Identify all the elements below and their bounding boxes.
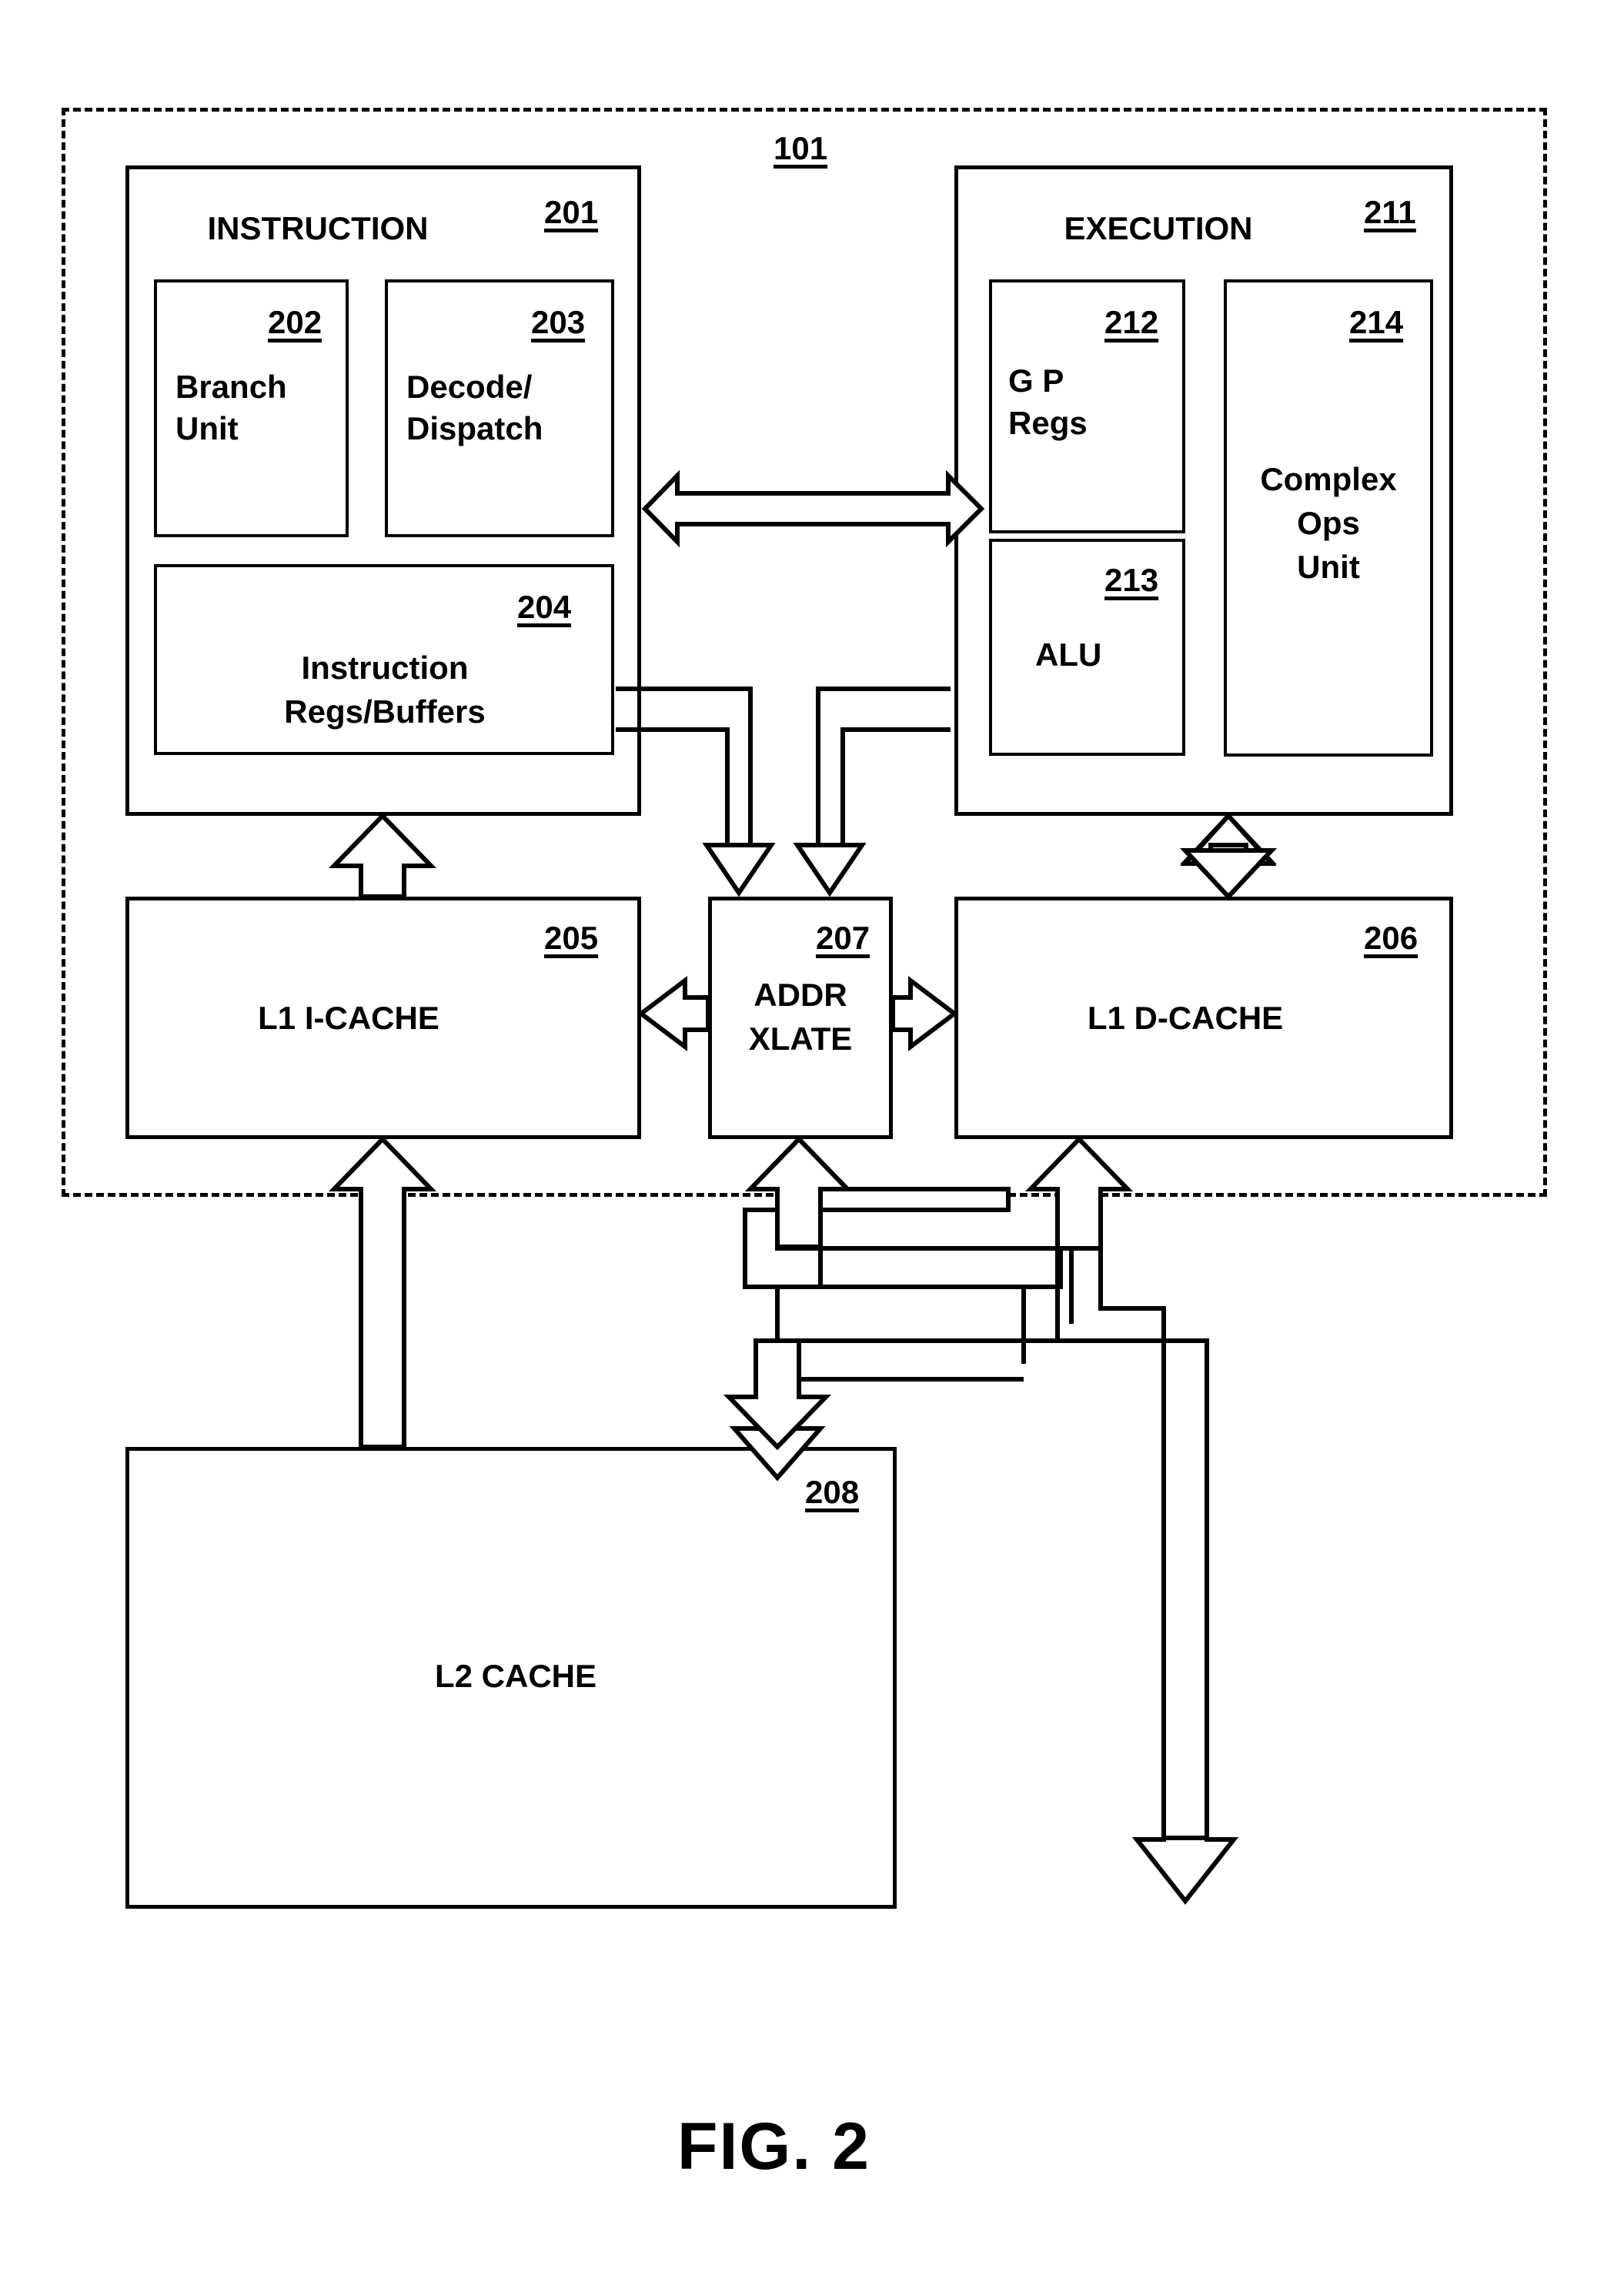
gp-regs-label-line1: G P <box>1008 363 1064 399</box>
arrow-into-l2-cache <box>723 1338 832 1451</box>
decode-dispatch-label-line1: Decode/ <box>406 369 533 405</box>
figure-caption: FIG. 2 <box>677 2110 870 2183</box>
ref-204: 204 <box>517 589 572 625</box>
ref-207: 207 <box>816 920 870 956</box>
complex-ops-label-line1: Complex <box>1260 461 1397 497</box>
branch-unit-label-line1: Branch <box>175 369 287 405</box>
ref-212: 212 <box>1104 304 1159 340</box>
ref-214: 214 <box>1349 304 1404 340</box>
ref-205: 205 <box>544 920 599 956</box>
wire-external-bus-right <box>1055 1248 1209 1839</box>
ref-202: 202 <box>268 304 322 340</box>
ref-203: 203 <box>531 304 586 340</box>
addr-xlate-label-line2: XLATE <box>748 1021 853 1057</box>
execution-unit-title: EXECUTION <box>1064 210 1253 246</box>
complex-ops-label-line2: Ops <box>1297 505 1360 541</box>
ref-101: 101 <box>774 130 828 166</box>
ref-201: 201 <box>544 194 599 230</box>
l1-icache-label: L1 I-CACHE <box>258 1000 439 1036</box>
decode-dispatch-label-line2: Dispatch <box>406 410 543 446</box>
instruction-unit-title: INSTRUCTION <box>207 210 429 246</box>
addr-xlate-label-line1: ADDR <box>754 977 847 1013</box>
complex-ops-label-line3: Unit <box>1297 549 1360 585</box>
branch-unit-label-line2: Unit <box>175 410 239 446</box>
instruction-regs-label-line1: Instruction <box>301 650 469 686</box>
wire-into-l2-right <box>797 1341 1024 1382</box>
gp-regs-label-line2: Regs <box>1008 405 1088 441</box>
alu-label: ALU <box>1035 636 1102 673</box>
instruction-regs-label-line2: Regs/Buffers <box>284 693 486 730</box>
wire-external-bus-left <box>1098 1248 1166 1839</box>
wire-l2-route-b <box>818 1247 1026 1364</box>
l1-dcache-label: L1 D-CACHE <box>1087 1000 1284 1036</box>
ref-208: 208 <box>805 1474 860 1510</box>
wire-l2-route-a <box>775 1246 1074 1324</box>
l2-cache-label: L2 CACHE <box>434 1658 597 1694</box>
figure-canvas: 101 INSTRUCTION 201 202 Branch Unit 203 … <box>0 0 1624 2272</box>
ref-213: 213 <box>1104 562 1159 598</box>
arrow-external-bus-down <box>1131 1836 1239 1905</box>
ref-211: 211 <box>1364 194 1416 230</box>
ref-206: 206 <box>1364 920 1418 956</box>
